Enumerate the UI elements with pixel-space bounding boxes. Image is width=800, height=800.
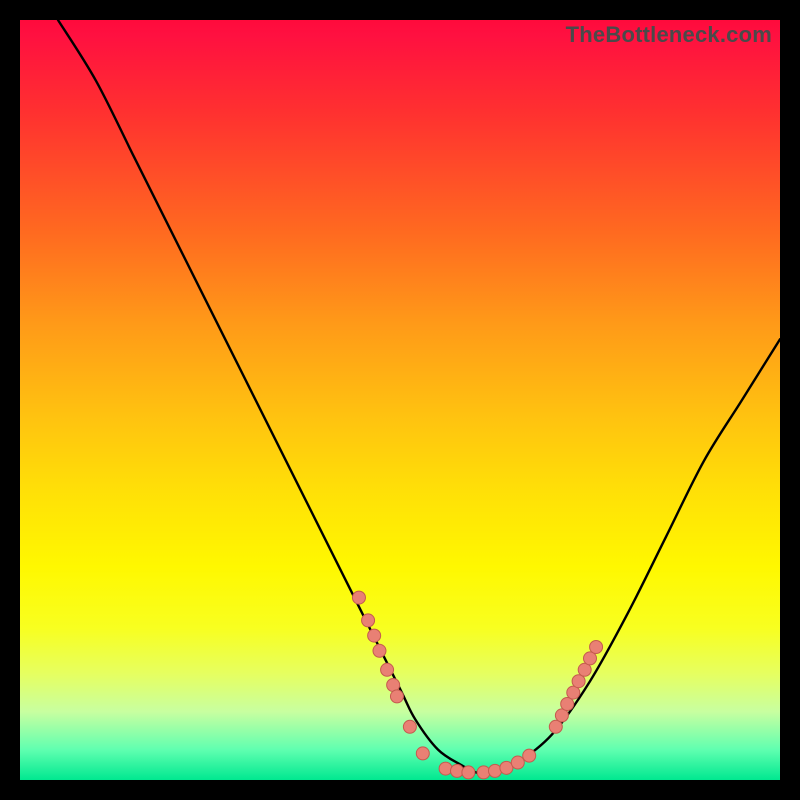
watermark-text: TheBottleneck.com [566, 22, 772, 48]
chart-frame: TheBottleneck.com [20, 20, 780, 780]
plot-area: TheBottleneck.com [20, 20, 780, 780]
gradient-background [20, 20, 780, 780]
